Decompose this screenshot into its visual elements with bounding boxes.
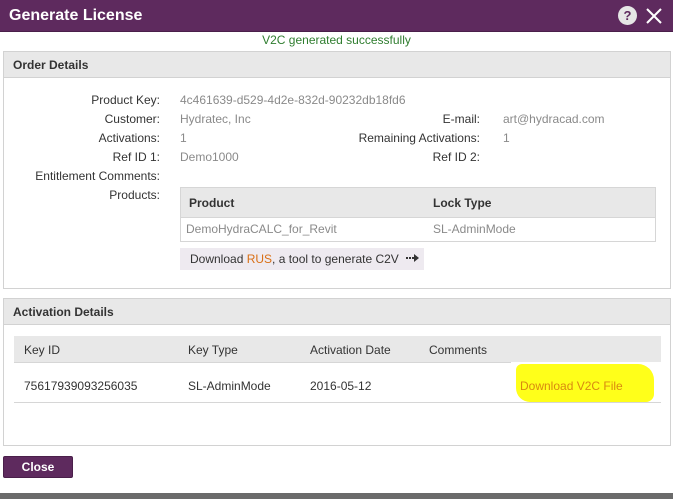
order-details-panel: Order Details Product Key: 4c461639-d529…: [3, 51, 671, 289]
key-type-cell: SL-AdminMode: [188, 379, 271, 393]
remaining-activations-label: Remaining Activations:: [358, 131, 480, 145]
help-icon[interactable]: ?: [618, 6, 637, 25]
customer-label: Customer:: [104, 112, 160, 126]
row-divider: [14, 362, 511, 363]
ref-id-2-label: Ref ID 2:: [432, 150, 480, 164]
email-label: E-mail:: [442, 112, 480, 126]
download-v2c-link[interactable]: Download V2C File: [520, 379, 623, 393]
product-column-header: Product: [189, 196, 235, 210]
download-rus-button[interactable]: Download RUS, a tool to generate C2V: [180, 248, 424, 270]
table-row: 75617939093256035 SL-AdminMode 2016-05-1…: [14, 362, 661, 403]
activation-date-cell: 2016-05-12: [310, 379, 372, 393]
products-label: Products:: [109, 188, 160, 202]
rus-prefix: Download: [190, 252, 247, 266]
activations-label: Activations:: [98, 131, 160, 145]
activation-details-panel: Activation Details Key ID Key Type Activ…: [3, 298, 671, 446]
arrow-right-icon: [406, 254, 420, 262]
products-table-header: Product Lock Type: [181, 188, 655, 218]
activation-table-header: Key ID Key Type Activation Date Comments: [14, 336, 661, 362]
activations-value: 1: [180, 131, 187, 145]
activation-table: Key ID Key Type Activation Date Comments…: [14, 336, 661, 403]
dialog-title: Generate License: [9, 7, 143, 24]
customer-value: Hydratec, Inc: [180, 112, 251, 126]
order-details-heading: Order Details: [4, 52, 670, 78]
success-message: V2C generated successfully: [262, 33, 411, 47]
entitlement-comments-label: Entitlement Comments:: [35, 169, 160, 183]
ref-id-1-value: Demo1000: [180, 150, 239, 164]
rus-link[interactable]: RUS: [247, 252, 272, 266]
products-table: Product Lock Type DemoHydraCALC_for_Revi…: [180, 187, 656, 242]
activation-details-heading: Activation Details: [4, 299, 670, 325]
product-cell: DemoHydraCALC_for_Revit: [186, 222, 337, 236]
rus-suffix: , a tool to generate C2V: [272, 252, 399, 266]
email-value: art@hydracad.com: [503, 112, 605, 126]
key-type-column-header: Key Type: [188, 343, 238, 357]
key-id-column-header: Key ID: [24, 343, 61, 357]
comments-column-header: Comments: [429, 343, 488, 357]
key-id-cell: 75617939093256035: [24, 379, 138, 393]
close-icon[interactable]: [643, 5, 665, 27]
lock-type-column-header: Lock Type: [433, 196, 492, 210]
remaining-activations-value: 1: [503, 131, 510, 145]
product-key-label: Product Key:: [91, 93, 160, 107]
product-key-value: 4c461639-d529-4d2e-832d-90232db18fd6: [180, 93, 406, 107]
close-button[interactable]: Close: [3, 456, 73, 478]
table-row: DemoHydraCALC_for_Revit SL-AdminMode: [181, 218, 655, 241]
dialog-titlebar: Generate License ?: [0, 0, 673, 32]
activation-date-column-header: Activation Date: [310, 343, 391, 357]
bottom-bar: [0, 493, 673, 499]
lock-type-cell: SL-AdminMode: [433, 222, 516, 236]
ref-id-1-label: Ref ID 1:: [112, 150, 160, 164]
